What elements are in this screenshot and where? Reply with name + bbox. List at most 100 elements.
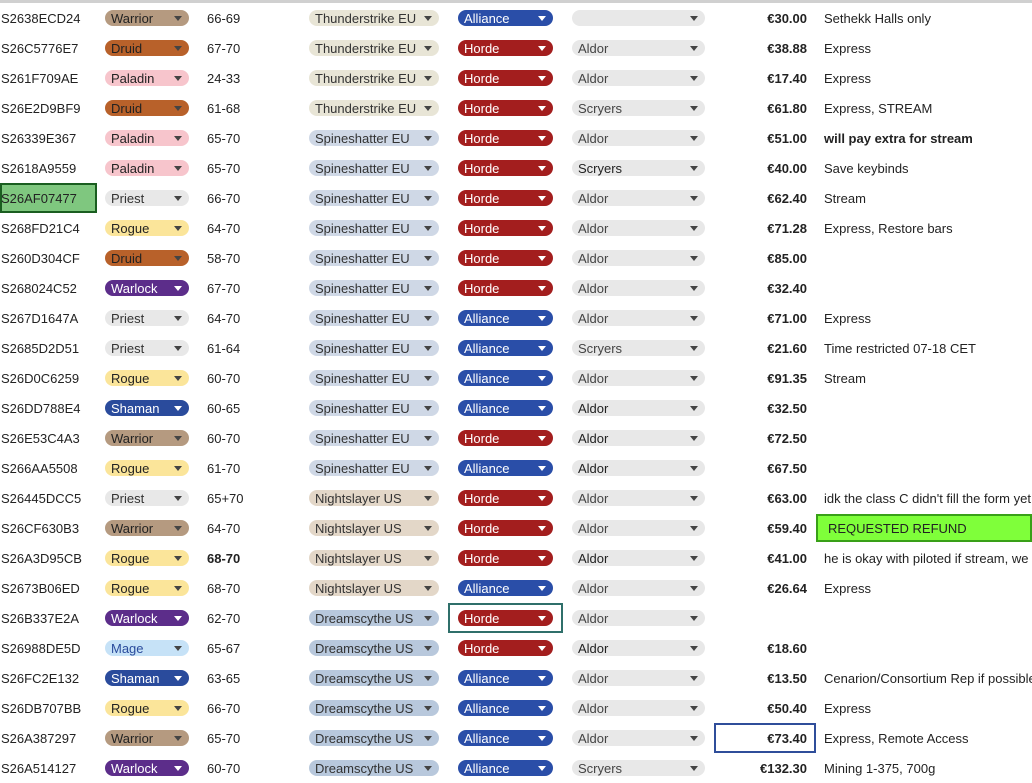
level-range-cell[interactable]: 63-65	[207, 663, 297, 693]
class-cell[interactable]: Paladin	[105, 123, 189, 153]
status-badge[interactable]: REQUESTED REFUND	[816, 514, 1032, 542]
chevron-down-icon[interactable]	[538, 735, 546, 741]
chevron-down-icon[interactable]	[424, 15, 432, 21]
level-range-cell[interactable]: 64-70	[207, 513, 297, 543]
server-dropdown[interactable]: Spineshatter EU	[309, 220, 439, 236]
chevron-down-icon[interactable]	[174, 165, 182, 171]
chevron-down-icon[interactable]	[424, 765, 432, 771]
reputation-cell[interactable]: Aldor	[572, 183, 705, 213]
chevron-down-icon[interactable]	[424, 675, 432, 681]
chevron-down-icon[interactable]	[538, 555, 546, 561]
chevron-down-icon[interactable]	[690, 75, 698, 81]
order-id-cell[interactable]: S26988DE5D	[1, 633, 97, 663]
chevron-down-icon[interactable]	[538, 615, 546, 621]
faction-dropdown[interactable]: Alliance	[458, 310, 553, 326]
class-dropdown[interactable]: Druid	[105, 100, 189, 116]
chevron-down-icon[interactable]	[690, 735, 698, 741]
price-cell[interactable]: €40.00	[712, 153, 807, 183]
chevron-down-icon[interactable]	[538, 405, 546, 411]
server-cell[interactable]: Dreamscythe US	[309, 633, 439, 663]
level-range-cell[interactable]: 65-70	[207, 153, 297, 183]
reputation-cell[interactable]: Aldor	[572, 63, 705, 93]
class-cell[interactable]: Shaman	[105, 393, 189, 423]
faction-dropdown[interactable]: Horde	[458, 130, 553, 146]
server-cell[interactable]: Nightslayer US	[309, 513, 439, 543]
faction-cell[interactable]: Horde	[458, 603, 553, 633]
order-id-cell[interactable]: S26DD788E4	[1, 393, 97, 423]
faction-cell[interactable]: Horde	[458, 93, 553, 123]
chevron-down-icon[interactable]	[690, 285, 698, 291]
chevron-down-icon[interactable]	[690, 645, 698, 651]
class-cell[interactable]: Shaman	[105, 663, 189, 693]
chevron-down-icon[interactable]	[690, 405, 698, 411]
price-cell[interactable]: €72.50	[712, 423, 807, 453]
faction-dropdown[interactable]: Horde	[458, 550, 553, 566]
class-cell[interactable]: Priest	[105, 333, 189, 363]
note-cell[interactable]: Time restricted 07-18 CET	[824, 333, 1032, 363]
chevron-down-icon[interactable]	[538, 465, 546, 471]
reputation-dropdown[interactable]: Aldor	[572, 430, 705, 446]
class-dropdown[interactable]: Priest	[105, 190, 189, 206]
chevron-down-icon[interactable]	[690, 615, 698, 621]
level-range-cell[interactable]: 64-70	[207, 213, 297, 243]
note-cell[interactable]: idk the class C didn't fill the form yet	[824, 483, 1032, 513]
reputation-cell[interactable]: Aldor	[572, 663, 705, 693]
class-dropdown[interactable]: Paladin	[105, 70, 189, 86]
order-id-cell[interactable]: S26B337E2A	[1, 603, 97, 633]
chevron-down-icon[interactable]	[538, 645, 546, 651]
faction-dropdown[interactable]: Horde	[458, 610, 553, 626]
note-cell[interactable]: Express	[824, 63, 1032, 93]
chevron-down-icon[interactable]	[424, 465, 432, 471]
server-dropdown[interactable]: Spineshatter EU	[309, 340, 439, 356]
class-dropdown[interactable]: Shaman	[105, 670, 189, 686]
chevron-down-icon[interactable]	[174, 645, 182, 651]
level-range-cell[interactable]: 60-70	[207, 423, 297, 453]
faction-cell[interactable]: Horde	[458, 513, 553, 543]
chevron-down-icon[interactable]	[174, 45, 182, 51]
faction-cell[interactable]: Alliance	[458, 573, 553, 603]
faction-dropdown[interactable]: Horde	[458, 220, 553, 236]
faction-cell[interactable]: Horde	[458, 483, 553, 513]
note-cell[interactable]: Express, Restore bars	[824, 213, 1032, 243]
chevron-down-icon[interactable]	[690, 345, 698, 351]
level-range-cell[interactable]: 64-70	[207, 303, 297, 333]
faction-dropdown[interactable]: Horde	[458, 160, 553, 176]
price-cell[interactable]: €38.88	[712, 33, 807, 63]
chevron-down-icon[interactable]	[538, 675, 546, 681]
chevron-down-icon[interactable]	[424, 555, 432, 561]
chevron-down-icon[interactable]	[174, 555, 182, 561]
chevron-down-icon[interactable]	[174, 135, 182, 141]
class-dropdown[interactable]: Rogue	[105, 220, 189, 236]
price-cell[interactable]: €26.64	[712, 573, 807, 603]
chevron-down-icon[interactable]	[174, 15, 182, 21]
server-dropdown[interactable]: Spineshatter EU	[309, 130, 439, 146]
chevron-down-icon[interactable]	[174, 465, 182, 471]
faction-dropdown[interactable]: Horde	[458, 640, 553, 656]
class-dropdown[interactable]: Druid	[105, 250, 189, 266]
level-range-cell[interactable]: 68-70	[207, 543, 297, 573]
chevron-down-icon[interactable]	[174, 405, 182, 411]
server-dropdown[interactable]: Spineshatter EU	[309, 460, 439, 476]
chevron-down-icon[interactable]	[538, 15, 546, 21]
reputation-cell[interactable]: Aldor	[572, 423, 705, 453]
chevron-down-icon[interactable]	[424, 615, 432, 621]
server-dropdown[interactable]: Nightslayer US	[309, 490, 439, 506]
reputation-cell[interactable]: Aldor	[572, 573, 705, 603]
reputation-dropdown[interactable]: Aldor	[572, 730, 705, 746]
chevron-down-icon[interactable]	[690, 675, 698, 681]
server-cell[interactable]: Nightslayer US	[309, 543, 439, 573]
chevron-down-icon[interactable]	[538, 525, 546, 531]
class-dropdown[interactable]: Rogue	[105, 700, 189, 716]
chevron-down-icon[interactable]	[174, 675, 182, 681]
class-cell[interactable]: Druid	[105, 243, 189, 273]
order-id-cell[interactable]: S2618A9559	[1, 153, 97, 183]
class-dropdown[interactable]: Priest	[105, 310, 189, 326]
reputation-cell[interactable]: Aldor	[572, 243, 705, 273]
reputation-dropdown[interactable]: Aldor	[572, 520, 705, 536]
level-range-cell[interactable]: 66-69	[207, 3, 297, 33]
reputation-dropdown[interactable]: Aldor	[572, 550, 705, 566]
chevron-down-icon[interactable]	[538, 585, 546, 591]
level-range-cell[interactable]: 60-70	[207, 363, 297, 393]
server-dropdown[interactable]: Thunderstrike EU	[309, 10, 439, 26]
reputation-dropdown[interactable]: Aldor	[572, 400, 705, 416]
